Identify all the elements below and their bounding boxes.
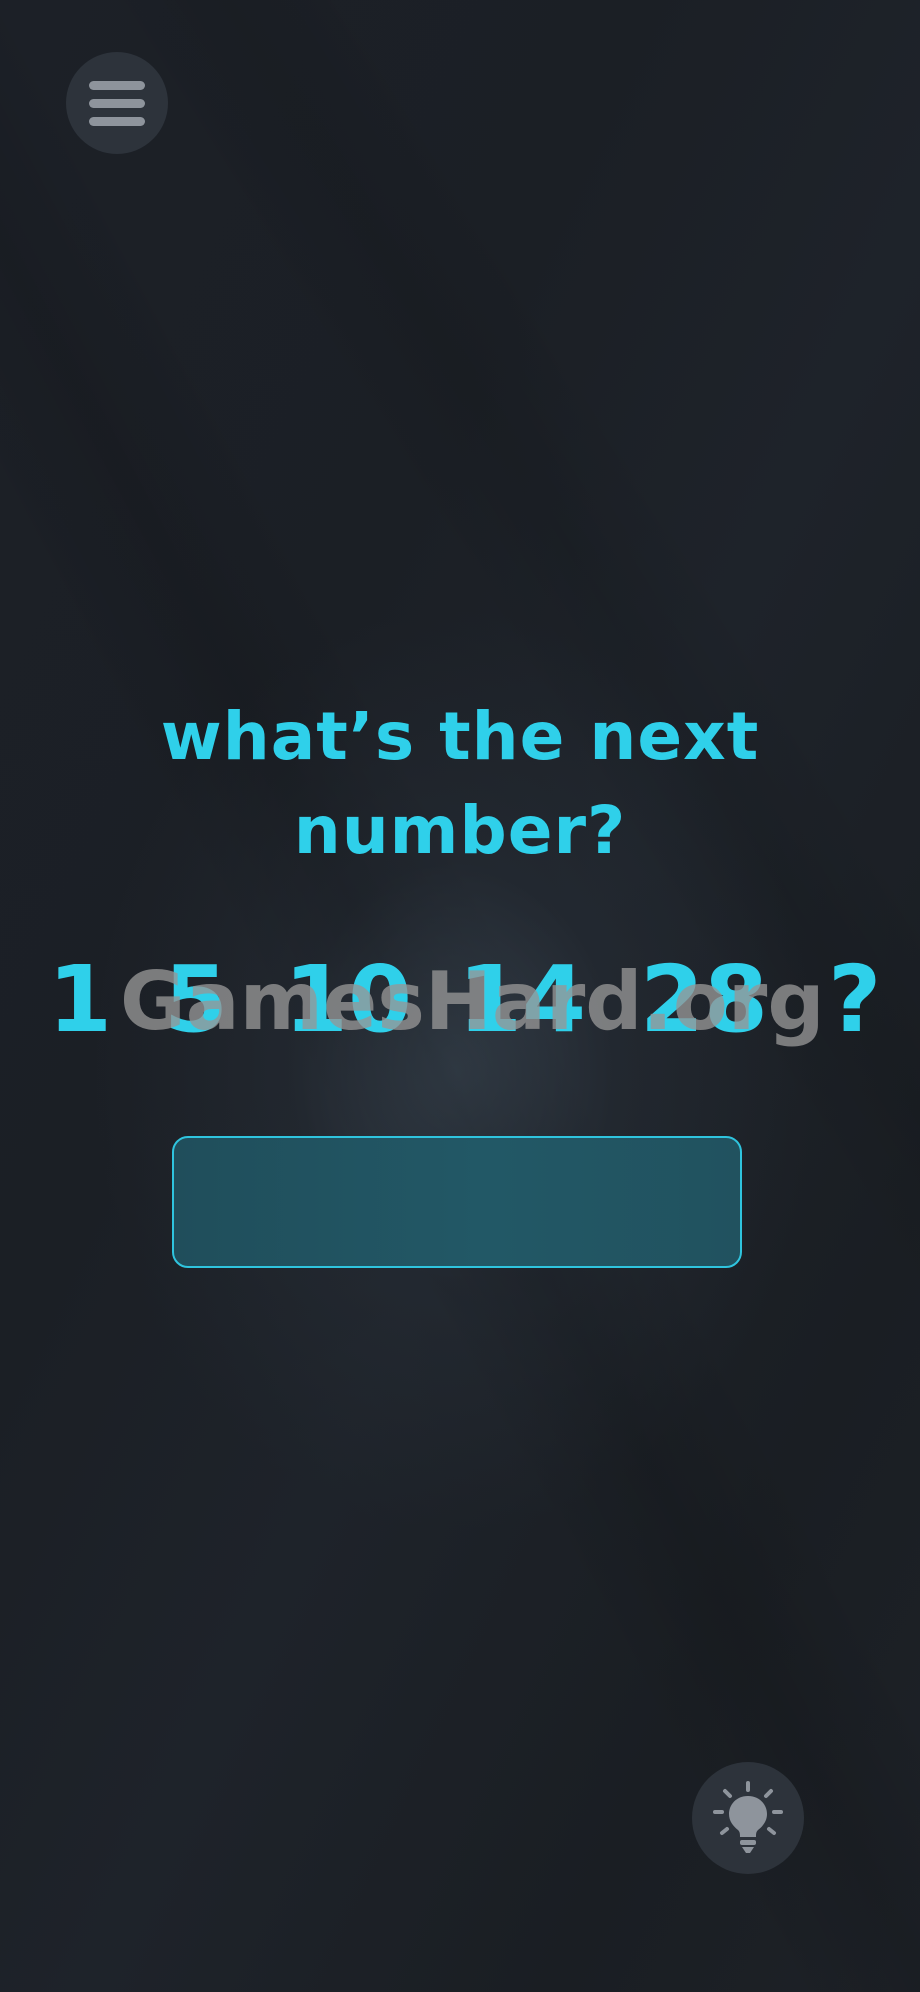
sequence-number: 5 bbox=[164, 946, 229, 1053]
number-sequence: 1 5 10 14 28 ? bbox=[0, 940, 920, 1060]
answer-input[interactable] bbox=[172, 1136, 742, 1268]
menu-button[interactable] bbox=[66, 52, 168, 154]
sequence-number: 28 bbox=[640, 946, 769, 1053]
lightbulb-icon bbox=[713, 1781, 783, 1853]
sequence-number: 10 bbox=[284, 946, 413, 1053]
sequence-number: 1 bbox=[48, 946, 113, 1053]
game-screen: what’s the next number? 1 5 10 14 28 ? G… bbox=[0, 0, 920, 1992]
hint-button[interactable] bbox=[692, 1762, 804, 1874]
sequence-number: 14 bbox=[458, 946, 587, 1053]
sequence-unknown: ? bbox=[828, 946, 882, 1053]
hamburger-menu-icon bbox=[89, 80, 145, 126]
question-text: what’s the next number? bbox=[160, 698, 760, 869]
